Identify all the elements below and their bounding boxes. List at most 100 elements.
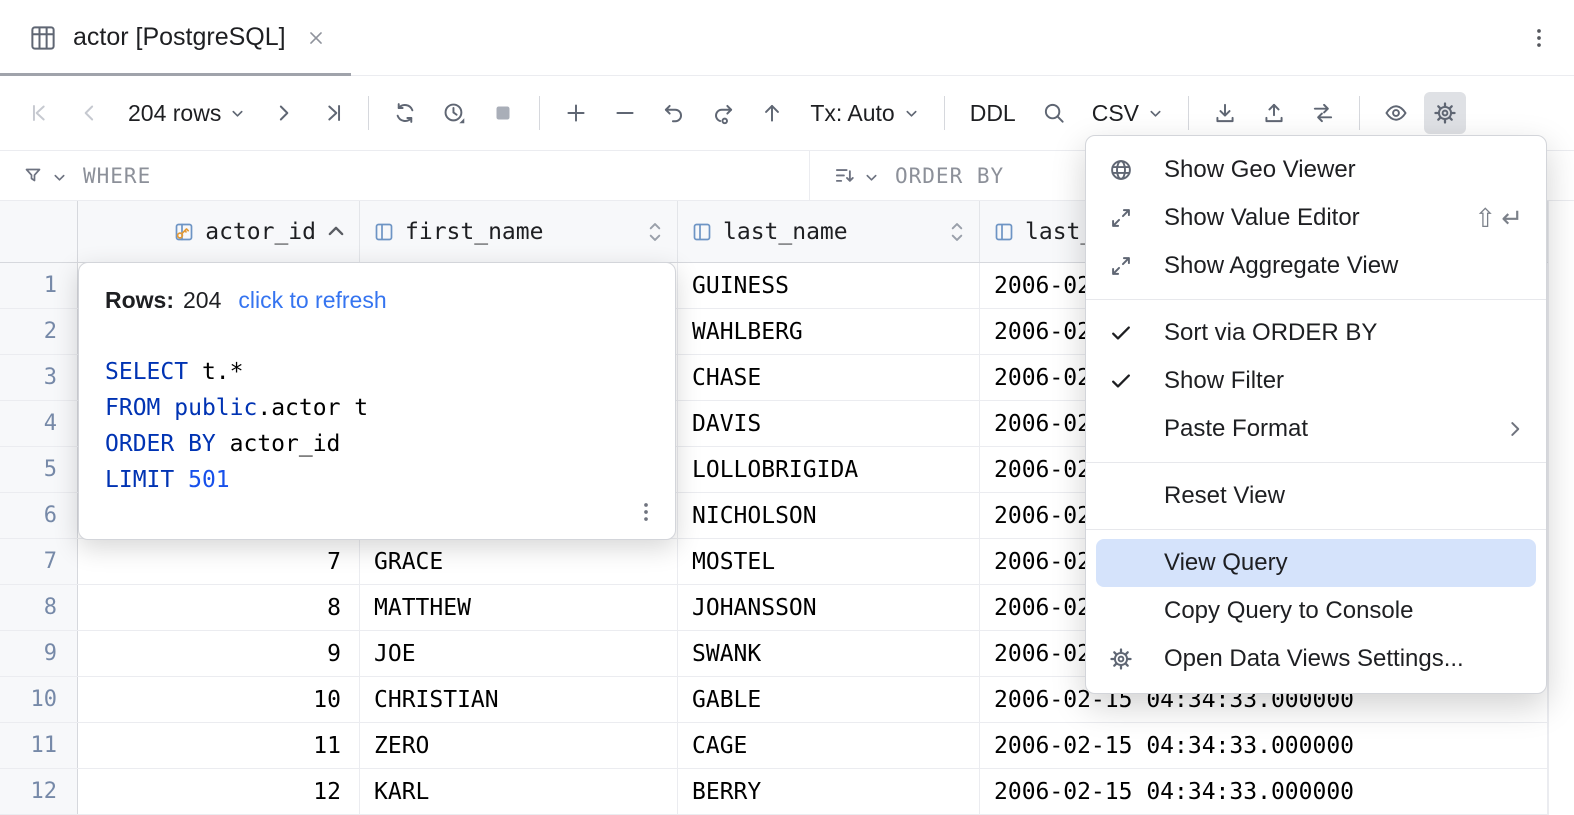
export-icon[interactable]	[1253, 92, 1295, 134]
cell-first-name[interactable]: KARL	[360, 769, 678, 814]
cell-first-name[interactable]: ZERO	[360, 723, 678, 768]
row-number[interactable]: 12	[0, 769, 78, 814]
row-number[interactable]: 4	[0, 401, 78, 446]
column-key-icon	[172, 220, 196, 244]
row-number[interactable]: 10	[0, 677, 78, 722]
first-page-icon[interactable]	[20, 92, 62, 134]
cell-actor-id[interactable]: 8	[78, 585, 360, 630]
cell-actor-id[interactable]: 7	[78, 539, 360, 584]
cell-last-update[interactable]: 2006-02-15 04:34:33.000000	[980, 769, 1548, 814]
cell-actor-id[interactable]: 10	[78, 677, 360, 722]
gear-icon	[1108, 646, 1164, 672]
column-icon	[690, 220, 714, 244]
stop-icon[interactable]	[482, 92, 524, 134]
row-number[interactable]: 9	[0, 631, 78, 676]
cell-last-name[interactable]: LOLLOBRIGIDA	[678, 447, 980, 492]
column-icon	[992, 220, 1016, 244]
cell-last-update[interactable]: 2006-02-15 04:34:33.000000	[980, 723, 1548, 768]
cell-first-name[interactable]: MATTHEW	[360, 585, 678, 630]
query-tooltip: Rows: 204 click to refresh SELECT t.*FRO…	[78, 262, 676, 540]
search-icon[interactable]	[1033, 92, 1075, 134]
import-icon[interactable]	[1204, 92, 1246, 134]
add-row-icon[interactable]	[555, 92, 597, 134]
cell-last-name[interactable]: CAGE	[678, 723, 980, 768]
menu-item-show-filter[interactable]: Show Filter	[1086, 357, 1546, 405]
menu-item-label: View Query	[1164, 549, 1528, 577]
sql-token: LIMIT	[105, 467, 174, 493]
export-format-dropdown[interactable]: CSV	[1082, 92, 1173, 134]
menu-item-paste-format[interactable]: Paste Format	[1086, 405, 1546, 453]
refresh-link[interactable]: click to refresh	[238, 287, 386, 314]
menu-item-sort-via-order-by[interactable]: Sort via ORDER BY	[1086, 309, 1546, 357]
refresh-icon[interactable]	[384, 92, 426, 134]
cell-last-name[interactable]: DAVIS	[678, 401, 980, 446]
row-number[interactable]: 6	[0, 493, 78, 538]
sql-token: FROM	[105, 395, 160, 421]
expand-icon	[1108, 205, 1164, 231]
column-name: first_name	[405, 219, 543, 245]
globe-icon	[1108, 157, 1164, 183]
menu-item-view-query[interactable]: View Query	[1096, 539, 1536, 587]
menu-item-label: Open Data Views Settings...	[1164, 645, 1528, 673]
row-number[interactable]: 8	[0, 585, 78, 630]
cell-last-name[interactable]: SWANK	[678, 631, 980, 676]
cell-last-name[interactable]: WAHLBERG	[678, 309, 980, 354]
table-icon	[28, 23, 58, 53]
kebab-menu-icon[interactable]	[1526, 25, 1552, 51]
sql-line: FROM public.actor t	[105, 390, 649, 426]
cell-actor-id[interactable]: 12	[78, 769, 360, 814]
cell-last-name[interactable]: NICHOLSON	[678, 493, 980, 538]
tx-mode-dropdown[interactable]: Tx: Auto	[800, 92, 928, 134]
cell-last-name[interactable]: GUINESS	[678, 263, 980, 308]
column-icon	[372, 220, 396, 244]
cell-last-name[interactable]: JOHANSSON	[678, 585, 980, 630]
where-filter-field[interactable]: WHERE	[0, 151, 810, 200]
menu-item-reset-view[interactable]: Reset View	[1086, 472, 1546, 520]
menu-item-open-data-views-settings[interactable]: Open Data Views Settings...	[1086, 635, 1546, 683]
column-header-last_name[interactable]: last_name	[678, 201, 980, 262]
column-header-actor_id[interactable]: actor_id	[78, 201, 360, 262]
last-page-icon[interactable]	[311, 92, 353, 134]
header-corner-cell[interactable]	[0, 201, 78, 262]
row-number[interactable]: 7	[0, 539, 78, 584]
schedule-icon[interactable]	[433, 92, 475, 134]
sort-lines-icon	[832, 163, 858, 189]
cell-actor-id[interactable]: 11	[78, 723, 360, 768]
check-icon	[1108, 320, 1164, 346]
next-page-icon[interactable]	[262, 92, 304, 134]
prev-page-icon[interactable]	[69, 92, 111, 134]
gear-icon[interactable]	[1424, 92, 1466, 134]
cell-last-name[interactable]: CHASE	[678, 355, 980, 400]
chevron-down-icon	[864, 170, 879, 185]
submit-icon[interactable]	[702, 92, 744, 134]
menu-item-copy-query-to-console[interactable]: Copy Query to Console	[1086, 587, 1546, 635]
cell-last-name[interactable]: MOSTEL	[678, 539, 980, 584]
cell-first-name[interactable]: JOE	[360, 631, 678, 676]
cell-first-name[interactable]: GRACE	[360, 539, 678, 584]
menu-item-show-aggregate-view[interactable]: Show Aggregate View	[1086, 242, 1546, 290]
close-icon[interactable]	[305, 27, 327, 49]
delete-row-icon[interactable]	[604, 92, 646, 134]
tab-actor-postgresql[interactable]: actor [PostgreSQL]	[0, 0, 351, 75]
column-header-first_name[interactable]: first_name	[360, 201, 678, 262]
kebab-menu-icon[interactable]	[633, 499, 659, 525]
ddl-button[interactable]: DDL	[960, 92, 1026, 134]
menu-item-label: Paste Format	[1164, 415, 1502, 443]
compare-icon[interactable]	[1302, 92, 1344, 134]
cell-actor-id[interactable]: 9	[78, 631, 360, 676]
tab-bar: actor [PostgreSQL]	[0, 0, 1574, 76]
cell-last-name[interactable]: GABLE	[678, 677, 980, 722]
eye-icon[interactable]	[1375, 92, 1417, 134]
cell-last-name[interactable]: BERRY	[678, 769, 980, 814]
row-number[interactable]: 3	[0, 355, 78, 400]
menu-item-show-value-editor[interactable]: Show Value Editor⇧↵	[1086, 194, 1546, 242]
row-number[interactable]: 1	[0, 263, 78, 308]
menu-item-show-geo-viewer[interactable]: Show Geo Viewer	[1086, 146, 1546, 194]
rollback-icon[interactable]	[653, 92, 695, 134]
commit-icon[interactable]	[751, 92, 793, 134]
row-number[interactable]: 11	[0, 723, 78, 768]
row-number[interactable]: 2	[0, 309, 78, 354]
cell-first-name[interactable]: CHRISTIAN	[360, 677, 678, 722]
row-number[interactable]: 5	[0, 447, 78, 492]
rows-count-dropdown[interactable]: 204 rows	[118, 92, 255, 134]
